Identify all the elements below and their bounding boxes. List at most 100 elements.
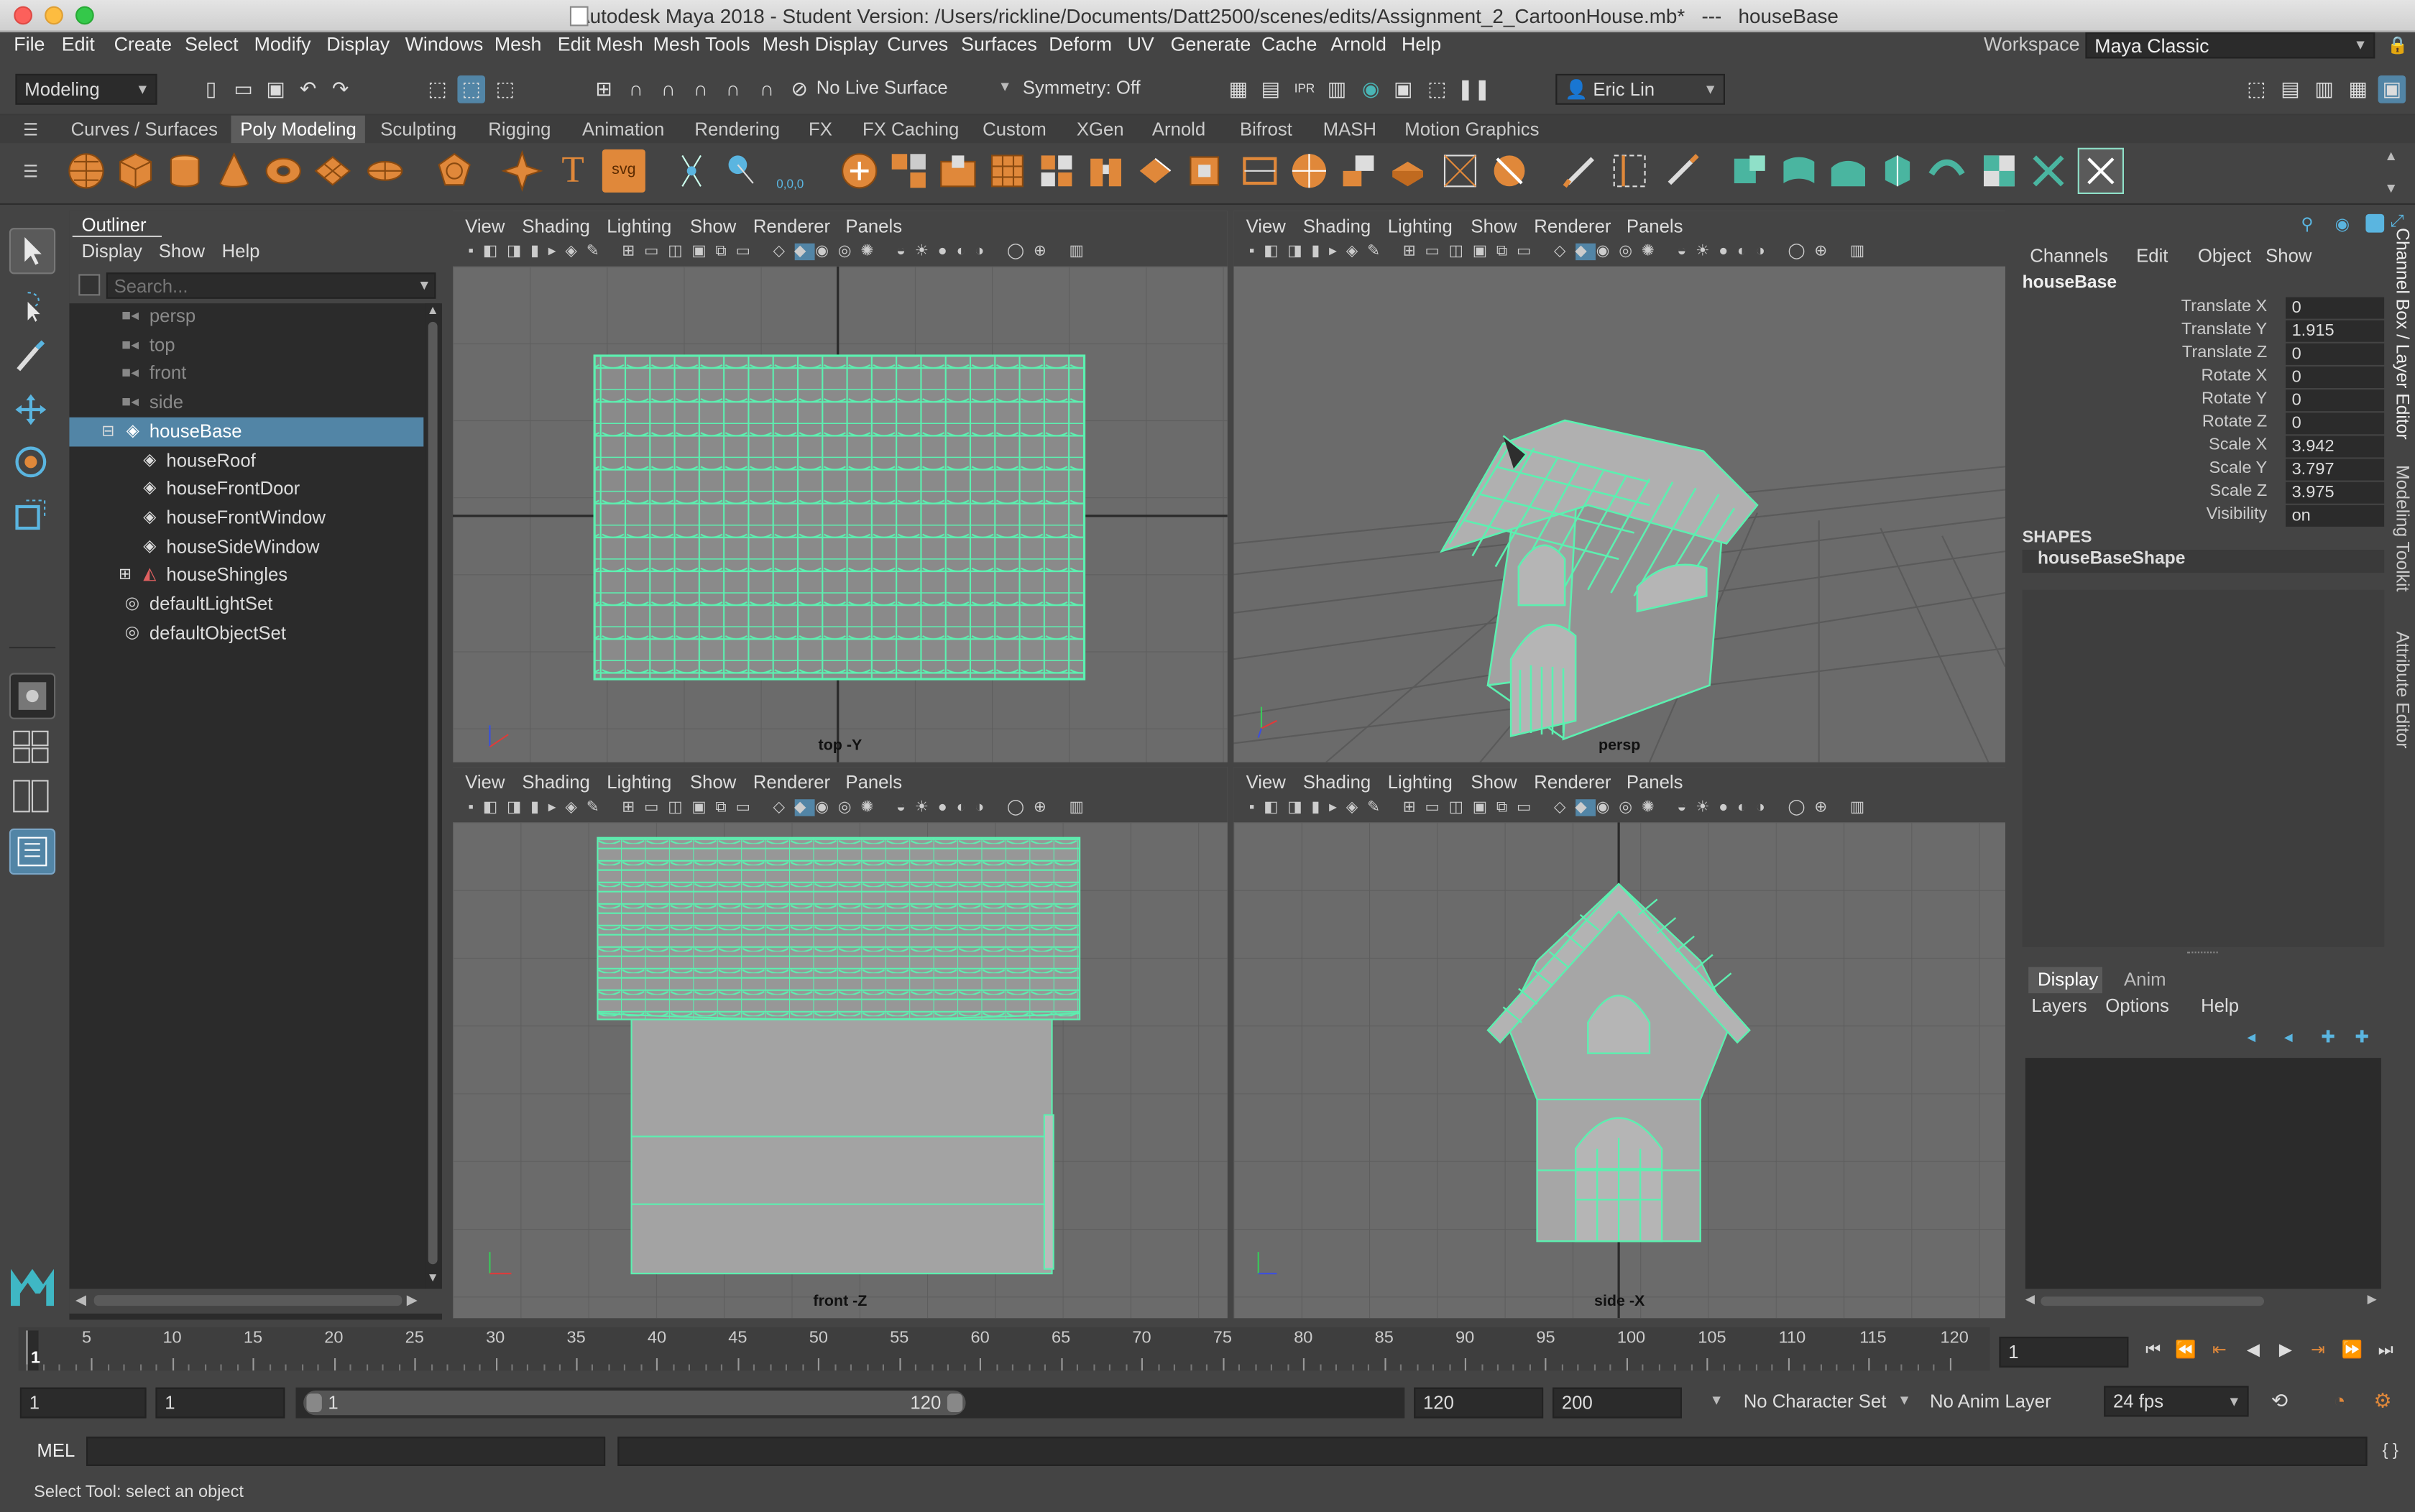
- ipr-render-icon[interactable]: IPR: [1291, 75, 1319, 103]
- spherical-uv-icon[interactable]: [1826, 149, 1869, 193]
- shelf-tab-curves-surfaces[interactable]: Curves / Surfaces: [71, 119, 218, 140]
- viewport-top[interactable]: View Shading Lighting Show Renderer Pane…: [453, 211, 1228, 762]
- animation-start-field[interactable]: 1: [19, 1387, 147, 1419]
- viewport-menu-renderer[interactable]: Renderer: [1534, 772, 1611, 793]
- scroll-thumb[interactable]: [93, 1295, 402, 1306]
- scroll-left-icon[interactable]: ◀: [75, 1292, 86, 1309]
- viewport-menu-lighting[interactable]: Lighting: [607, 216, 671, 237]
- user-account-select[interactable]: 👤 Eric Lin ▼: [1555, 73, 1725, 105]
- outliner-item-persp[interactable]: ■◂ persp: [69, 302, 423, 331]
- menu-help[interactable]: Help: [1402, 34, 1441, 55]
- undo-icon[interactable]: ↶: [294, 75, 322, 103]
- viewport-canvas[interactable]: [453, 822, 1228, 1319]
- step-forward-key-icon[interactable]: ⏩: [2338, 1337, 2366, 1365]
- menu-generate[interactable]: Generate: [1171, 34, 1251, 55]
- viewport-menu-shading[interactable]: Shading: [1303, 772, 1371, 793]
- viewport-side[interactable]: View Shading Lighting Show Renderer Pane…: [1233, 767, 2005, 1319]
- viewport-icon-bar[interactable]: ▪◧◨▮▸◈✎ ⊞▭◫▣⧉▭ ◇◆◉◎✺ ◒☀●◐◑ ◯⊕ ▥: [468, 243, 1223, 264]
- modeling-toolkit-icon[interactable]: ⬚: [2242, 75, 2271, 103]
- save-scene-icon[interactable]: ▣: [262, 75, 290, 103]
- layer-horizontal-scrollbar[interactable]: ◀ ▶: [2023, 1292, 2385, 1311]
- script-editor-icon[interactable]: { }: [2376, 1437, 2404, 1465]
- arnold-ipr-icon[interactable]: ⬚: [1423, 75, 1451, 103]
- symmetry-dropdown[interactable]: ▼: [998, 78, 1012, 93]
- channel-menu-object[interactable]: Object: [2198, 245, 2251, 267]
- select-hierarchy-icon[interactable]: ⬚: [423, 75, 451, 103]
- go-to-start-icon[interactable]: ⏮: [2139, 1337, 2167, 1365]
- measure-tool-icon[interactable]: [670, 149, 713, 193]
- channel-row-scale-z[interactable]: Scale Z 3.975: [2018, 481, 2385, 505]
- snap-origin-icon[interactable]: 0,0,0: [768, 149, 811, 193]
- outliner-item-housefrontdoor[interactable]: ◈ houseFrontDoor: [69, 474, 423, 504]
- playback-start-field[interactable]: 1: [155, 1387, 285, 1419]
- outliner-search-input[interactable]: [106, 272, 436, 299]
- viewport-menu-view[interactable]: View: [1246, 216, 1286, 237]
- live-surface-field[interactable]: No Live Surface: [816, 77, 948, 98]
- viewport-menu-view[interactable]: View: [465, 772, 505, 793]
- layer-menu-layers[interactable]: Layers: [2031, 995, 2087, 1016]
- workspace-select[interactable]: Maya Classic ▼: [2085, 32, 2375, 59]
- viewport-menu-panels[interactable]: Panels: [1627, 772, 1683, 793]
- loop-icon[interactable]: ⟲: [2266, 1388, 2294, 1416]
- sculpt-brush-icon[interactable]: [1660, 149, 1703, 193]
- channel-menu-show[interactable]: Show: [2266, 245, 2312, 267]
- menu-file[interactable]: File: [14, 34, 45, 55]
- outliner-item-housefrontwindow[interactable]: ◈ houseFrontWindow: [69, 504, 423, 533]
- viewport-persp[interactable]: View Shading Lighting Show Renderer Pane…: [1233, 211, 2005, 762]
- minimize-window-button[interactable]: [45, 6, 63, 25]
- platonic-solid-icon[interactable]: [433, 149, 476, 193]
- two-pane-layout-icon[interactable]: [9, 776, 55, 816]
- viewport-icon-bar[interactable]: ▪◧◨▮▸◈✎ ⊞▭◫▣⧉▭ ◇◆◉◎✺ ◒☀●◐◑ ◯⊕ ▥: [1249, 243, 2001, 264]
- channel-row-translate-y[interactable]: Translate Y 1.915: [2018, 320, 2385, 344]
- shelf-tab-animation[interactable]: Animation: [582, 119, 664, 140]
- menu-modify[interactable]: Modify: [254, 34, 311, 55]
- search-options-chevron-icon[interactable]: ▼: [418, 277, 431, 292]
- viewport-menu-panels[interactable]: Panels: [1627, 216, 1683, 237]
- svg-tool-icon[interactable]: svg: [602, 149, 645, 193]
- channel-row-rotate-y[interactable]: Rotate Y 0: [2018, 389, 2385, 412]
- snap-point-icon[interactable]: ∩: [655, 75, 683, 103]
- append-polygon-icon[interactable]: [1133, 149, 1177, 193]
- outliner-menu-display[interactable]: Display: [82, 240, 142, 262]
- lasso-tool-icon[interactable]: [9, 283, 55, 329]
- viewport-menu-show[interactable]: Show: [690, 216, 736, 237]
- channel-value-field[interactable]: on: [2286, 504, 2385, 527]
- playback-end-field[interactable]: 120: [1414, 1387, 1544, 1419]
- symmetry-field[interactable]: Symmetry: Off: [1023, 77, 1141, 98]
- outliner-item-housebase[interactable]: ⊟ ◈ houseBase: [69, 417, 424, 447]
- character-set-field[interactable]: No Character Set: [1744, 1391, 1887, 1412]
- range-handle-start-icon[interactable]: [306, 1393, 322, 1412]
- channel-value-field[interactable]: 0: [2286, 343, 2385, 365]
- step-back-frame-icon[interactable]: ⇤: [2206, 1337, 2234, 1365]
- new-layer-selected-icon[interactable]: ✚: [2355, 1027, 2369, 1047]
- planar-uv-icon[interactable]: [1728, 149, 1771, 193]
- channel-box-icon-3[interactable]: [2365, 213, 2385, 233]
- viewport-menu-shading[interactable]: Shading: [522, 216, 589, 237]
- shelf-options-icon[interactable]: ☰: [23, 162, 38, 182]
- menu-edit[interactable]: Edit: [62, 34, 95, 55]
- lock-icon[interactable]: 🔒: [2387, 35, 2408, 55]
- slide-edge-icon[interactable]: [1608, 149, 1651, 193]
- four-view-layout-icon[interactable]: [9, 727, 55, 767]
- extract-icon[interactable]: [937, 149, 980, 193]
- shelf-tab-custom[interactable]: Custom: [983, 119, 1046, 140]
- hypershade-icon[interactable]: ◉: [1357, 75, 1385, 103]
- auto-uv-icon[interactable]: [1876, 149, 1919, 193]
- channel-row-visibility[interactable]: Visibility on: [2018, 504, 2385, 528]
- shelf-tab-mash[interactable]: MASH: [1323, 119, 1376, 140]
- layer-tab-display[interactable]: Display: [2028, 967, 2102, 994]
- uv-editor-icon[interactable]: [1977, 149, 2020, 193]
- expand-icon[interactable]: ⊞: [119, 561, 132, 590]
- viewport-canvas[interactable]: [1233, 822, 2005, 1319]
- move-layer-up-icon[interactable]: ◂: [2247, 1027, 2255, 1047]
- poly-cone-icon[interactable]: [213, 149, 256, 193]
- menu-uv[interactable]: UV: [1128, 34, 1154, 55]
- redo-icon[interactable]: ↷: [326, 75, 354, 103]
- character-set-chevron-icon[interactable]: ▼: [1710, 1392, 1724, 1407]
- shelf-scroll-up-icon[interactable]: ▲: [2384, 148, 2398, 163]
- shelf-tab-rigging[interactable]: Rigging: [488, 119, 551, 140]
- range-slider-handle[interactable]: 1 120: [303, 1390, 966, 1416]
- channel-box-icon-2[interactable]: ◉: [2335, 214, 2350, 234]
- viewport-icon-bar[interactable]: ▪◧◨▮▸◈✎ ⊞▭◫▣⧉▭ ◇◆◉◎✺ ◒☀●◐◑ ◯⊕ ▥: [468, 799, 1223, 819]
- side-tab-channel-box[interactable]: Channel Box / Layer Editor: [2392, 228, 2411, 440]
